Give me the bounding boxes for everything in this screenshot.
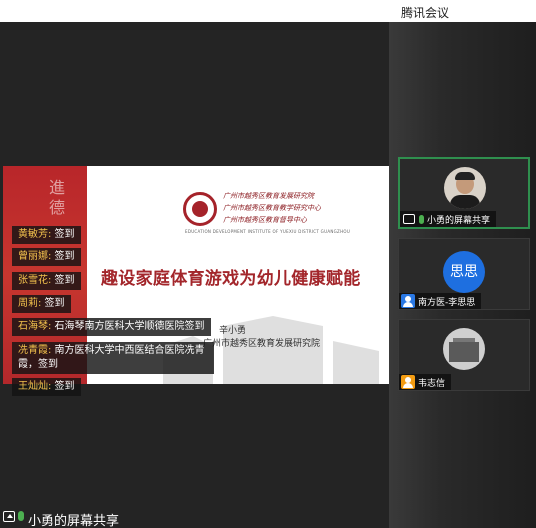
user-icon [401, 294, 415, 308]
participant-name: 韦志信 [418, 378, 446, 389]
chat-signin-message: 冼青霞: 南方医科大学中西医结合医院冼青霞，签到 [12, 342, 214, 374]
slide-author: 辛小勇 [219, 326, 247, 336]
signin-text: 石海琴南方医科大学顺德医院签到 [51, 321, 205, 332]
chat-signin-message: 石海琴: 石海琴南方医科大学顺德医院签到 [12, 318, 211, 336]
institute-logo-icon [183, 192, 217, 226]
slide-institute: 广州市越秀区教育发展研究院 [203, 339, 321, 349]
signin-name: 石海琴: [18, 321, 52, 332]
participant-avatar [444, 167, 486, 209]
signin-name: 曾丽娜: [18, 251, 52, 262]
slide-org-line: 广州市越秀区教育发展研究院 [223, 192, 314, 200]
chat-signin-message: 周莉: 签到 [12, 295, 71, 313]
participant-name: 小勇的屏幕共享 [427, 215, 491, 226]
chat-signin-message: 黄敏芳: 签到 [12, 226, 81, 244]
screen-share-icon [403, 214, 415, 224]
participant-name: 南方医-李思思 [418, 297, 476, 308]
participant-tile[interactable]: 小勇的屏幕共享 [398, 157, 530, 229]
mic-icon [419, 214, 424, 224]
signin-text: 签到 [51, 275, 75, 286]
participant-tile[interactable]: 韦志信 [398, 319, 530, 391]
app-title: 腾讯会议 [401, 6, 450, 20]
signin-text: 签到 [51, 251, 75, 262]
mic-icon[interactable] [18, 511, 24, 521]
participant-label-bar: 南方医-李思思 [399, 293, 482, 309]
slide-org-names: 广州市越秀区教育发展研究院 广州市越秀区教育教学研究中心 广州市越秀区教育督导中… [223, 192, 343, 228]
participant-avatar: 思思 [443, 251, 485, 293]
chat-signin-message: 张雪花: 签到 [12, 272, 81, 290]
slide-org-line: 广州市越秀区教育教学研究中心 [223, 204, 321, 212]
signin-name: 周莉: [18, 298, 42, 309]
participant-tile[interactable]: 思思 南方医-李思思 [398, 238, 530, 310]
screen-share-status: 小勇的屏幕共享 [0, 508, 389, 528]
chat-signin-message: 王灿灿: 签到 [12, 378, 81, 396]
title-bar: 腾讯会议 [0, 0, 536, 22]
slide-org-english: EDUCATION DEVELOPMENT INSTITUTE OF YUEXI… [185, 229, 351, 234]
slide-title: 趣设家庭体育游戏为幼儿健康赋能 [101, 269, 361, 289]
signin-name: 王灿灿: [18, 381, 52, 392]
participant-label-bar: 韦志信 [399, 374, 452, 390]
participant-avatar [443, 328, 485, 370]
signin-name: 冼青霞: [18, 345, 52, 356]
user-icon [401, 375, 415, 389]
slide-vertical-text: 進德 [49, 178, 66, 217]
slide-org-line: 广州市越秀区教育督导中心 [223, 216, 307, 224]
screen-share-label: 小勇的屏幕共享 [28, 514, 120, 528]
screen-share-icon [3, 511, 15, 522]
signin-name: 张雪花: [18, 275, 52, 286]
signin-text: 签到 [41, 298, 65, 309]
signin-text: 签到 [51, 381, 75, 392]
chat-signin-message: 曾丽娜: 签到 [12, 248, 81, 266]
signin-name: 黄敏芳: [18, 229, 52, 240]
signin-text: 签到 [51, 229, 75, 240]
participant-label-bar: 小勇的屏幕共享 [400, 211, 497, 227]
